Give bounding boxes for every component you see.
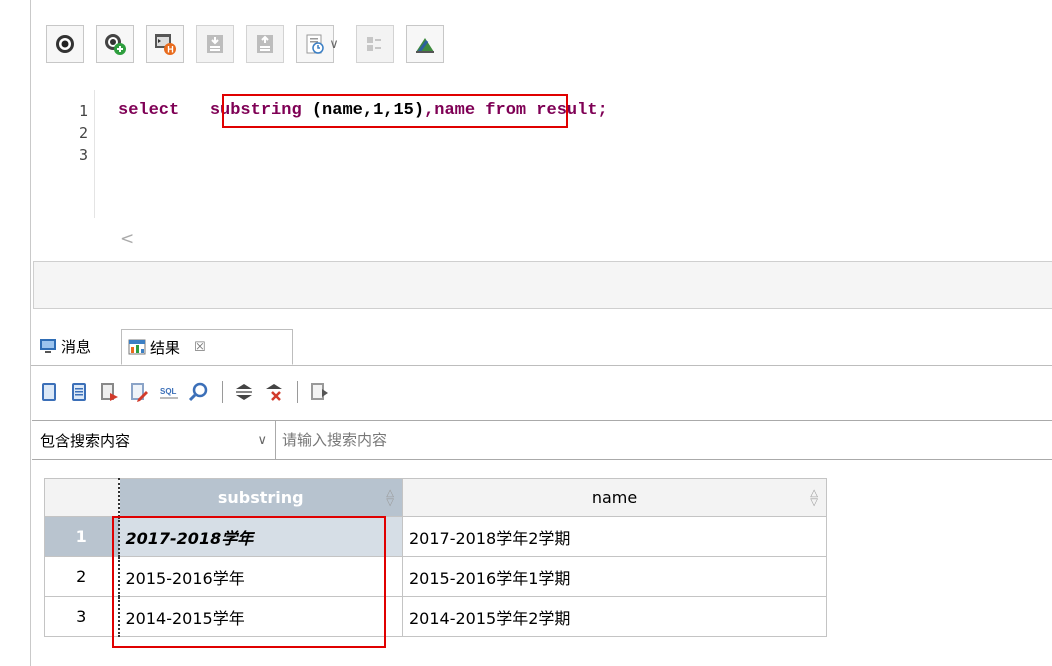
- format-icon: [367, 37, 381, 51]
- cell-name[interactable]: 2017-2018学年2学期: [402, 516, 827, 557]
- sort-icon[interactable]: △ ▽: [810, 489, 818, 508]
- close-tab-icon[interactable]: ☒: [194, 340, 206, 355]
- copy-result-icon[interactable]: [308, 381, 330, 403]
- export-result-icon[interactable]: [98, 381, 120, 403]
- row-number[interactable]: 3: [44, 596, 119, 637]
- search-mode-value: 包含搜索内容: [40, 431, 131, 450]
- editor-toolbar: H ∨: [46, 24, 456, 64]
- toolbar-separator: [222, 381, 223, 403]
- export-button[interactable]: [246, 25, 284, 63]
- substring-highlight-box: [222, 94, 568, 128]
- table-chart-icon: [128, 339, 146, 355]
- export-icon: [257, 35, 273, 53]
- designer-icon: [416, 38, 434, 53]
- designer-button[interactable]: [406, 25, 444, 63]
- column-header-substring[interactable]: substring △ ▽: [117, 478, 403, 517]
- column-header-label: name: [591, 488, 638, 507]
- line-number: 1: [78, 102, 88, 120]
- substring-column-highlight-box: [112, 516, 386, 648]
- document-icon[interactable]: [38, 381, 60, 403]
- svg-text:SQL: SQL: [160, 387, 177, 396]
- grid-view-icon[interactable]: [68, 381, 90, 403]
- line-number: 3: [78, 146, 88, 164]
- edit-result-icon[interactable]: [128, 381, 150, 403]
- column-header-name[interactable]: name △ ▽: [402, 478, 827, 517]
- sort-icon[interactable]: △ ▽: [386, 489, 394, 508]
- editor-status-area: [33, 261, 1052, 309]
- tab-results[interactable]: 结果 ☒: [121, 329, 293, 365]
- run-selected-button[interactable]: [96, 25, 134, 63]
- chevron-down-icon: ∨: [257, 432, 267, 448]
- explain-icon: H: [155, 34, 176, 55]
- import-button[interactable]: [196, 25, 234, 63]
- run-button[interactable]: [46, 25, 84, 63]
- line-number-gutter: 1 2 3: [66, 90, 95, 218]
- cell-name[interactable]: 2014-2015学年2学期: [402, 596, 827, 637]
- grid-header-row: substring △ ▽ name △ ▽: [44, 478, 827, 517]
- history-icon: [306, 34, 324, 54]
- result-search-bar: 包含搜索内容 ∨: [32, 420, 1052, 460]
- row-number[interactable]: 1: [44, 516, 119, 557]
- history-dropdown-chevron-down-icon[interactable]: ∨: [326, 25, 342, 63]
- expand-rows-icon[interactable]: [233, 381, 255, 403]
- import-icon: [207, 35, 223, 53]
- row-number-header[interactable]: [44, 478, 119, 517]
- scroll-left-arrow-icon[interactable]: <: [120, 229, 134, 249]
- run-icon: [56, 35, 74, 53]
- tab-messages-label: 消息: [61, 337, 92, 356]
- toolbar-separator: [297, 381, 298, 403]
- monitor-icon: [40, 339, 56, 353]
- svg-text:H: H: [167, 45, 174, 55]
- collapse-rows-icon[interactable]: [263, 381, 285, 403]
- column-header-label: substring: [217, 488, 304, 507]
- keyword-select: select: [118, 101, 180, 120]
- format-button[interactable]: [356, 25, 394, 63]
- tab-results-label: 结果: [150, 338, 181, 357]
- cell-name[interactable]: 2015-2016学年1学期: [402, 556, 827, 597]
- result-toolbar: SQL: [38, 378, 338, 406]
- search-icon[interactable]: [188, 381, 210, 403]
- explain-button[interactable]: H: [146, 25, 184, 63]
- line-number: 2: [78, 124, 88, 142]
- sql-icon[interactable]: SQL: [158, 381, 180, 403]
- tab-messages[interactable]: 消息: [33, 329, 121, 363]
- search-mode-select[interactable]: 包含搜索内容 ∨: [32, 421, 276, 459]
- row-number[interactable]: 2: [44, 556, 119, 597]
- result-tabs: 消息 结果 ☒: [31, 327, 1052, 366]
- run-selected-icon: [105, 34, 126, 55]
- search-input[interactable]: [276, 421, 1052, 459]
